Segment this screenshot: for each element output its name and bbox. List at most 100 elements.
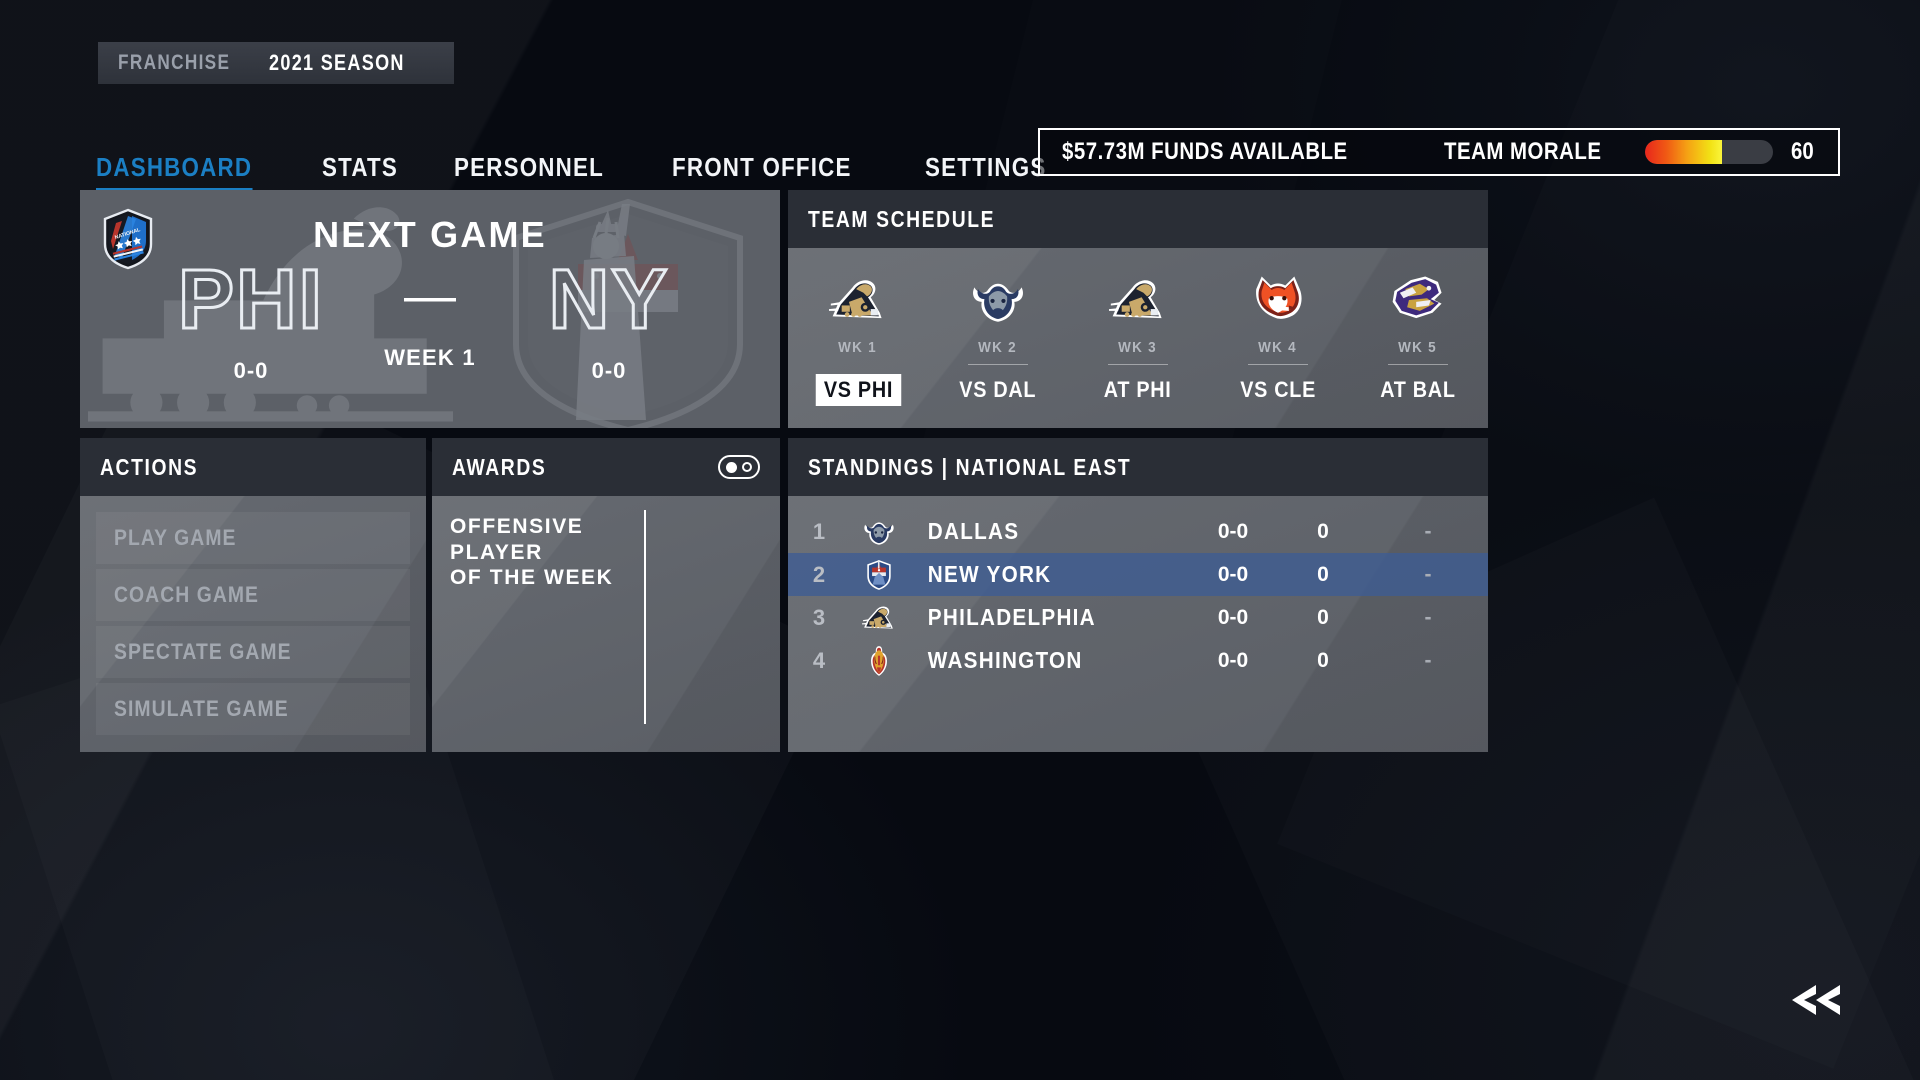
morale-fill [1645, 140, 1723, 164]
schedule-week-label: WK 1 [838, 338, 878, 356]
awards-panel: AWARDS OFFENSIVE PLAYER OF THE WEEK [432, 438, 780, 752]
standings-team-name: DALLAS [927, 518, 1020, 544]
schedule-divider [1108, 363, 1168, 365]
standings-record: 0-0 [1217, 648, 1249, 672]
standings-header: STANDINGS | NATIONAL EAST [788, 438, 1488, 496]
train-icon [829, 279, 882, 318]
coach-game-label: COACH GAME [114, 582, 260, 607]
liberty-shield-icon [850, 558, 908, 592]
actions-title: ACTIONS [100, 453, 199, 480]
standings-rank: 1 [812, 518, 826, 544]
bull-icon [962, 271, 1034, 329]
coach-game-button[interactable]: COACH GAME [96, 569, 410, 621]
bull-icon [864, 521, 894, 545]
schedule-week-label: WK 5 [1398, 338, 1438, 356]
schedule-game-2[interactable]: WK 2 VS DAL [928, 271, 1068, 406]
standings-row[interactable]: 1 DALLAS 0-0 0 - [788, 510, 1488, 553]
standings-row[interactable]: 4 WASHINGTON 0-0 0 - [788, 639, 1488, 682]
carousel-dot-inactive [742, 462, 752, 472]
standings-row[interactable]: 2 NEW YORK 0-0 0 - [788, 553, 1488, 596]
standings-streak: - [1424, 519, 1432, 543]
schedule-divider [1248, 363, 1308, 365]
team-schedule-title: TEAM SCHEDULE [808, 205, 996, 232]
next-game-away-team: NY 0-0 [490, 252, 728, 384]
schedule-opponent-label: VS CLE [1240, 376, 1316, 402]
nav-item-personnel[interactable]: PERSONNEL [454, 152, 604, 193]
season-value: 2021 SEASON [268, 50, 405, 75]
home-team-record: 0-0 [233, 357, 269, 383]
schedule-game-3[interactable]: WK 3 AT PHI [1068, 271, 1208, 406]
carousel-dot-active [726, 461, 737, 473]
play-game-label: PLAY GAME [114, 525, 237, 550]
awards-carousel-toggle[interactable] [718, 455, 760, 479]
schedule-divider [1388, 363, 1448, 365]
nav-item-front-office[interactable]: FRONT OFFICE [672, 152, 852, 193]
away-team-record: 0-0 [591, 357, 627, 383]
actions-list: PLAY GAME COACH GAME SPECTATE GAME SIMUL… [80, 496, 426, 752]
standings-record: 0-0 [1217, 605, 1249, 629]
franchise-label: FRANCHISE [118, 51, 231, 74]
morale-value: 60 [1791, 138, 1814, 165]
standings-team-name: PHILADELPHIA [927, 604, 1096, 630]
actions-header: ACTIONS [80, 438, 426, 496]
nav-item-dashboard[interactable]: DASHBOARD [96, 152, 252, 193]
next-game-title: NEXT GAME [313, 214, 547, 255]
awards-header: AWARDS [432, 438, 780, 496]
play-game-button[interactable]: PLAY GAME [96, 512, 410, 564]
schedule-game-5[interactable]: WK 5 AT BAL [1348, 271, 1488, 406]
standings-rank: 3 [812, 604, 826, 630]
spectate-game-button[interactable]: SPECTATE GAME [96, 626, 410, 678]
liberty-shield-icon [867, 559, 891, 590]
schedule-game-4[interactable]: WK 4 VS CLE [1208, 271, 1348, 406]
standings-record: 0-0 [1217, 562, 1249, 586]
fox-icon [1256, 275, 1302, 319]
schedule-week-label: WK 3 [1118, 338, 1158, 356]
away-team-abbr: NY [547, 252, 670, 346]
schedule-opponent-label: VS DAL [959, 376, 1037, 402]
team-schedule-panel: TEAM SCHEDULE WK 1 VS PHI WK 2 VS DAL WK 3 AT… [788, 190, 1488, 428]
schedule-game-1[interactable]: WK 1 VS PHI [788, 271, 928, 406]
next-game-panel: NATIONAL NEXT GAME PHI 0-0 — WEEK 1 NY 0… [80, 190, 780, 428]
next-game-home-team: PHI 0-0 [132, 252, 370, 384]
raven-icon [1392, 275, 1442, 318]
standings-points: 0 [1317, 519, 1329, 543]
train-icon [1109, 279, 1162, 318]
standings-title: STANDINGS | NATIONAL EAST [808, 453, 1132, 480]
versus-separator: — [404, 266, 456, 325]
standings-points: 0 [1317, 648, 1329, 672]
team-morale-meter: TEAM MORALE 60 [1444, 138, 1816, 166]
schedule-week-label: WK 4 [1258, 338, 1298, 356]
raven-icon [1382, 271, 1454, 329]
funds-available: $57.73M FUNDS AVAILABLE [1061, 138, 1348, 165]
home-team-abbr: PHI [176, 252, 325, 346]
awards-content: OFFENSIVE PLAYER OF THE WEEK [432, 496, 780, 752]
simulate-game-label: SIMULATE GAME [114, 696, 289, 721]
season-badge: FRANCHISE 2021 SEASON [98, 42, 455, 84]
back-button[interactable] [1790, 983, 1844, 1022]
awards-title: AWARDS [452, 453, 547, 480]
schedule-opponent-label: VS PHI [815, 373, 901, 406]
standings-table: 1 DALLAS 0-0 0 - 2 NEW YORK 0-0 0 - 3 PHILADELPHIA 0… [788, 496, 1488, 752]
standings-team-name: NEW YORK [927, 561, 1052, 587]
awards-divider [644, 510, 646, 724]
standings-streak: - [1424, 605, 1432, 629]
schedule-opponent-label: AT BAL [1380, 376, 1456, 402]
standings-points: 0 [1317, 605, 1329, 629]
standings-row[interactable]: 3 PHILADELPHIA 0-0 0 - [788, 596, 1488, 639]
nav-item-stats[interactable]: STATS [322, 152, 398, 193]
team-morale-label: TEAM MORALE [1444, 138, 1602, 165]
award-name: OFFENSIVE PLAYER OF THE WEEK [450, 515, 614, 590]
schedule-opponent-label: AT PHI [1104, 376, 1172, 402]
schedule-divider [968, 363, 1028, 365]
standings-streak: - [1424, 562, 1432, 586]
simulate-game-button[interactable]: SIMULATE GAME [96, 683, 410, 735]
next-game-center: — WEEK 1 [370, 266, 490, 372]
team-schedule-list: WK 1 VS PHI WK 2 VS DAL WK 3 AT PHI WK 4 VS CLE… [788, 248, 1488, 428]
standings-panel: STANDINGS | NATIONAL EAST 1 DALLAS 0-0 0-2 N… [788, 438, 1488, 752]
bull-icon [973, 283, 1023, 322]
standings-rank: 2 [812, 561, 826, 587]
spectate-game-label: SPECTATE GAME [114, 639, 292, 664]
fox-icon [1242, 271, 1314, 329]
main-navigation: DASHBOARD STATS PERSONNEL FRONT OFFICE S… [96, 152, 1067, 193]
nav-item-settings[interactable]: SETTINGS [925, 152, 1046, 193]
